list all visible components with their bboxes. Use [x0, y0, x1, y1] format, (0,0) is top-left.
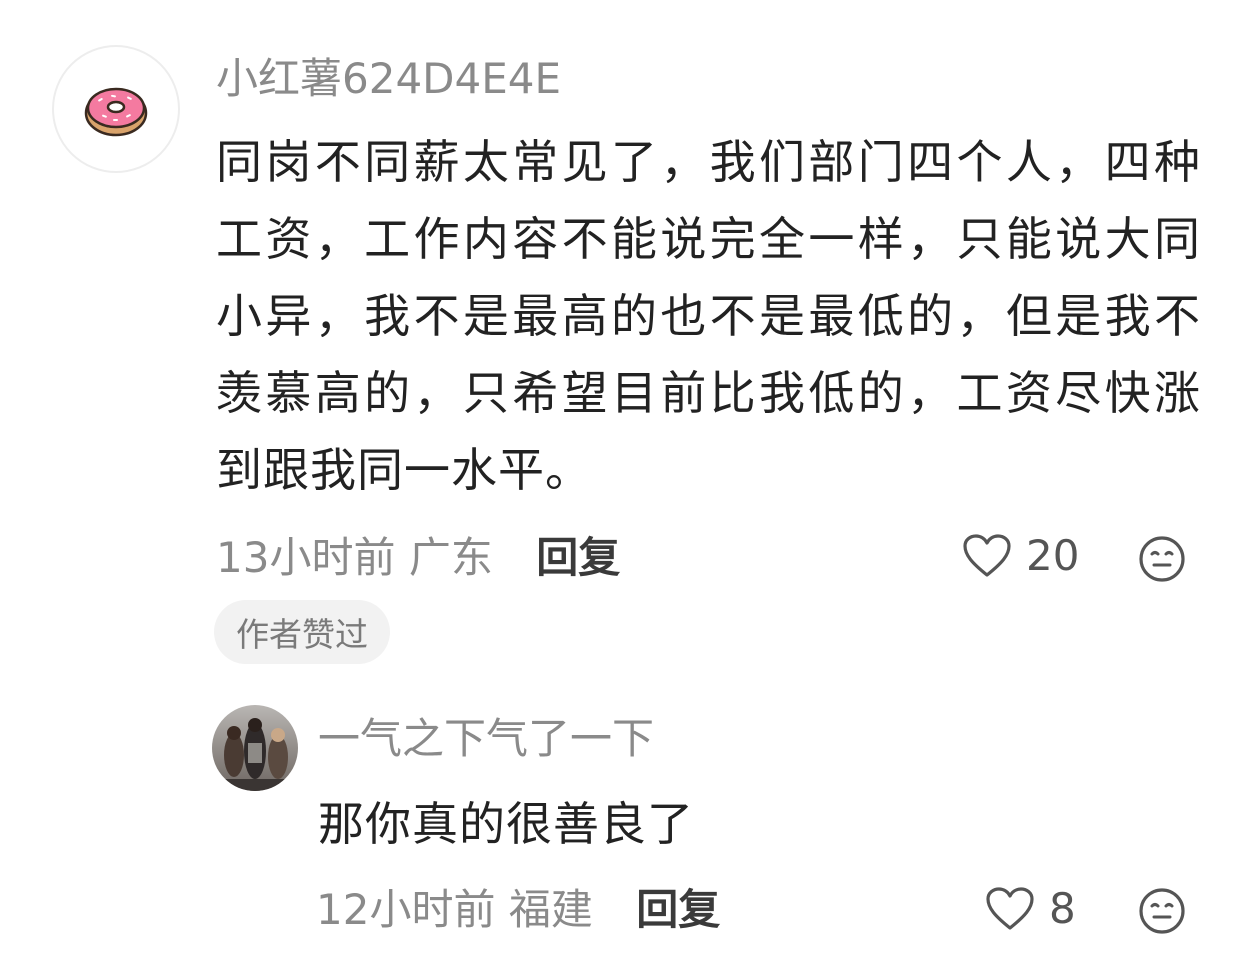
emoji-reaction-button[interactable]: [1137, 534, 1187, 584]
reply-username[interactable]: 一气之下气了一下: [318, 718, 654, 760]
reply-location: 福建: [508, 885, 593, 934]
avatar[interactable]: [52, 45, 180, 173]
heart-icon: [963, 534, 1011, 577]
reply-button[interactable]: 回复: [636, 885, 720, 934]
comment-text: 同岗不同薪太常见了，我们部门四个人，四种工资，工作内容不能说完全一样，只能说大同…: [216, 135, 1201, 497]
like-button[interactable]: 20: [962, 533, 1079, 579]
reply-avatar[interactable]: [212, 705, 298, 791]
author-liked-badge: 作者赞过: [214, 600, 390, 664]
comment-username[interactable]: 小红薯624D4E4E: [216, 58, 561, 100]
comment-meta: 13小时前 广东 回复: [216, 537, 620, 579]
neutral-face-icon: [1139, 536, 1185, 582]
reply-time: 12小时前: [316, 885, 496, 934]
like-button[interactable]: 8: [985, 886, 1076, 932]
comment-time: 13小时前: [216, 533, 396, 582]
reply-button[interactable]: 回复: [536, 533, 620, 582]
heart-icon: [986, 887, 1034, 930]
comment-location: 广东: [408, 533, 493, 582]
photo-avatar: [212, 705, 298, 791]
reply-text: 那你真的很善良了: [318, 797, 694, 851]
like-count: 20: [1026, 531, 1080, 580]
neutral-face-icon: [1139, 888, 1185, 934]
emoji-reaction-button[interactable]: [1137, 886, 1187, 936]
donut-icon: [84, 87, 148, 137]
like-count: 8: [1049, 884, 1076, 933]
reply-meta: 12小时前 福建 回复: [316, 889, 720, 931]
